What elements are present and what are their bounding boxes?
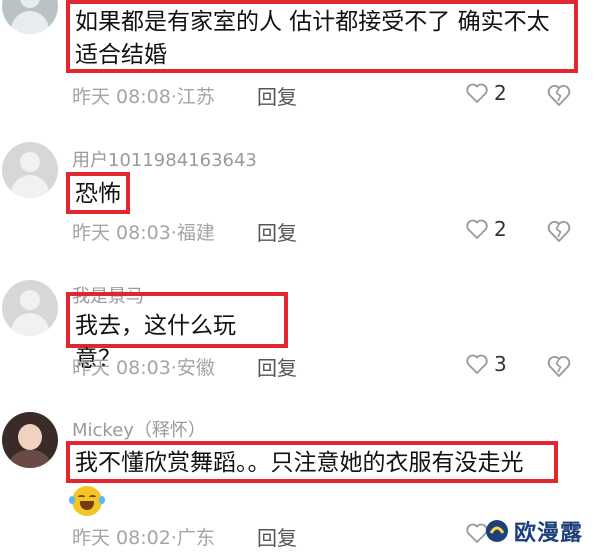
comment-text-highlight: 如果都是有家室的人 估计都接受不了 确实不太适合结婚 (66, 0, 578, 73)
comment-location: 广东 (176, 527, 215, 549)
comment-username[interactable]: 用户1011984163643 (72, 146, 257, 172)
broken-heart-icon[interactable] (546, 219, 572, 243)
comment-username[interactable]: Mickey（释怀） (72, 416, 206, 442)
heart-outline-icon (466, 83, 488, 103)
avatar[interactable] (2, 412, 58, 468)
broken-heart-icon[interactable] (546, 83, 572, 107)
comment-time: 昨天 08:08 (72, 86, 171, 108)
heart-outline-icon (466, 219, 488, 239)
comment-text: 我不懂欣赏舞蹈。。只注意她的衣服有没走光 (75, 450, 524, 476)
comment-meta: 昨天 08:03·福建 (72, 218, 215, 245)
comment-text-highlight: 我不懂欣赏舞蹈。。只注意她的衣服有没走光 (66, 441, 558, 483)
comment-meta: 昨天 08:03·安徽 (72, 353, 215, 380)
comment-text: 恐怖 (75, 181, 121, 207)
like-count: 2 (494, 81, 507, 105)
like-button[interactable]: 3 (465, 352, 507, 376)
comment-meta: 昨天 08:02·广东 (72, 523, 215, 550)
reply-button[interactable]: 回复 (257, 522, 297, 551)
comment-text: 如果都是有家室的人 估计都接受不了 确实不太适合结婚 (75, 9, 550, 68)
reply-button[interactable]: 回复 (257, 352, 297, 381)
like-count: 2 (494, 217, 507, 241)
watermark: 欧漫露 (484, 515, 583, 547)
like-button[interactable]: 2 (465, 217, 507, 241)
avatar[interactable] (2, 280, 58, 336)
heart-outline-icon (466, 354, 488, 374)
laughing-tears-emoji (69, 486, 105, 516)
comment-text-highlight: 我去，这什么玩意？ (66, 292, 288, 372)
reply-button[interactable]: 回复 (257, 217, 297, 246)
comment-meta: 昨天 08:08·江苏 (72, 82, 215, 109)
comment-text-highlight: 恐怖 (66, 172, 130, 214)
avatar[interactable] (2, 0, 58, 34)
comment-time: 昨天 08:03 (72, 357, 171, 379)
broken-heart-icon[interactable] (546, 354, 572, 378)
comment-location: 福建 (176, 222, 215, 244)
watermark-logo-icon (486, 520, 508, 542)
avatar[interactable] (2, 142, 58, 198)
comment-location: 江苏 (176, 86, 215, 108)
comment-location: 安徽 (176, 357, 215, 379)
like-button[interactable]: 2 (465, 81, 507, 105)
comment-time: 昨天 08:02 (72, 527, 171, 549)
like-count: 3 (494, 352, 507, 376)
reply-button[interactable]: 回复 (257, 81, 297, 110)
watermark-text: 欧漫露 (514, 521, 584, 546)
comment-time: 昨天 08:03 (72, 222, 171, 244)
